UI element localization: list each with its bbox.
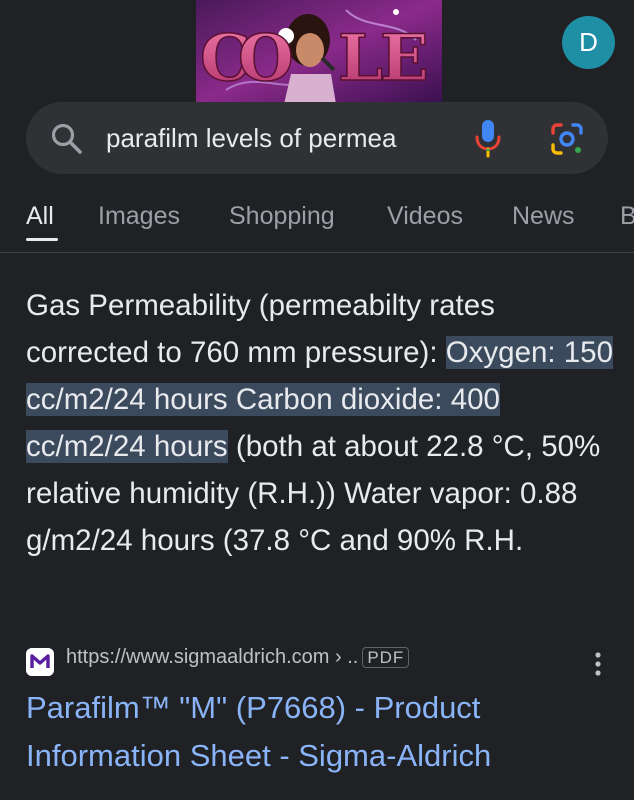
svg-text:E: E	[380, 21, 429, 96]
snippet-intro: Gas Permeability (permeabilty rates corr…	[26, 289, 495, 369]
svg-text:O: O	[238, 21, 294, 96]
search-input[interactable]: parafilm levels of permea	[106, 116, 474, 160]
tab-news[interactable]: News	[512, 202, 575, 231]
result-url[interactable]: https://www.sigmaaldrich.com › .. PDF	[66, 646, 410, 669]
sigma-aldrich-favicon	[26, 648, 54, 676]
tab-books-partial[interactable]: B	[620, 202, 634, 231]
avatar-letter: D	[579, 27, 598, 57]
file-type-badge: PDF	[362, 647, 410, 668]
tab-videos[interactable]: Videos	[387, 202, 463, 231]
search-tabs: All Images Shopping Videos News B	[0, 196, 634, 253]
tab-images[interactable]: Images	[98, 202, 180, 231]
more-options-icon[interactable]	[588, 650, 608, 678]
search-bar[interactable]: parafilm levels of permea	[26, 102, 608, 174]
search-icon[interactable]	[50, 122, 84, 156]
result-url-text: https://www.sigmaaldrich.com › ..	[66, 646, 359, 668]
search-results-page: C O L E D parafilm levels of permea All …	[0, 0, 634, 800]
result-title-link[interactable]: Parafilm™ "M" (P7668) - Product Informat…	[26, 684, 616, 780]
google-doodle-logo[interactable]: C O L E	[196, 0, 442, 104]
account-avatar[interactable]: D	[562, 16, 615, 69]
tab-all[interactable]: All	[26, 202, 54, 231]
active-tab-indicator	[26, 238, 58, 241]
microphone-icon[interactable]	[472, 118, 504, 158]
google-lens-icon[interactable]	[550, 122, 584, 156]
featured-snippet: Gas Permeability (permeabilty rates corr…	[26, 282, 616, 564]
svg-text:L: L	[338, 21, 383, 96]
tab-shopping[interactable]: Shopping	[229, 202, 335, 231]
